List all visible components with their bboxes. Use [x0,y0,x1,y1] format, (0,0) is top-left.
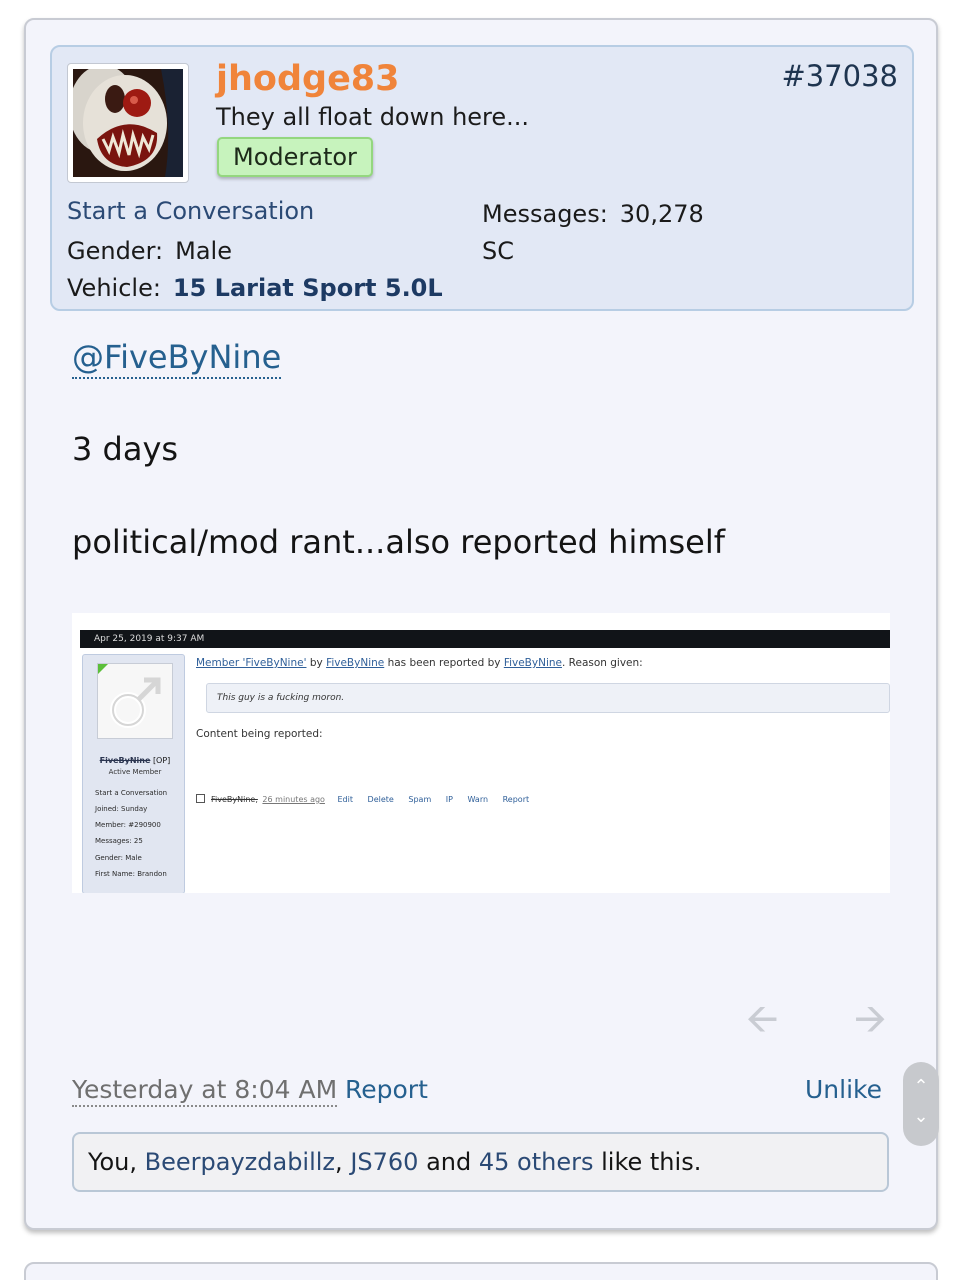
male-symbol-icon [98,664,172,738]
post-body-line: 3 days [72,430,179,468]
start-conversation-link[interactable]: Start a Conversation [67,197,314,225]
vehicle-row: Vehicle: 15 Lariat Sport 5.0L [67,274,443,302]
gender-value: Male [175,237,232,265]
embed-user-link: FiveByNine [326,657,385,669]
embed-author: FiveByNine, [211,795,258,804]
embed-warn-action: Warn [467,795,489,804]
likes-summary: You, Beerpayzdabillz, JS760 and 45 other… [72,1132,889,1192]
messages-row: Messages: 30,278 [482,200,704,228]
embed-edit-action: Edit [337,795,354,804]
liker-link[interactable]: Beerpayzdabillz [145,1148,335,1176]
embed-gender: Gender: Male [95,854,142,862]
embed-avatar [97,663,173,739]
chevron-up-icon[interactable]: ⌃ [903,1076,939,1097]
username-link[interactable]: jhodge83 [216,59,400,99]
messages-label: Messages: [482,200,608,228]
gender-row: Gender: Male [67,237,232,265]
likes-prefix: You, [88,1148,137,1176]
embed-reason-suffix: . Reason given: [561,657,643,669]
embed-report-action: Report [502,795,530,804]
embed-first-name: First Name: Brandon [95,870,167,878]
post-timestamp[interactable]: Yesterday at 8:04 AM [72,1075,338,1107]
scroll-control[interactable]: ⌃ ⌄ [903,1062,939,1146]
embed-username: FiveByNine [OP] [89,756,181,765]
liker-link[interactable]: JS760 [350,1148,418,1176]
likes-separator: , [335,1148,343,1176]
user-info-box: jhodge83 #37038 They all float down here… [50,45,914,311]
embed-delete-action: Delete [367,795,394,804]
embed-reason-box: This guy is a fucking moron. [206,683,890,713]
embed-start-conversation: Start a Conversation [95,789,168,797]
embed-member-link: Member 'FiveByNine' [196,657,307,669]
embed-user-sidebar: FiveByNine [OP] Active Member Start a Co… [82,654,185,893]
embed-content-label: Content being reported: [196,728,323,740]
embed-by-text: by [309,657,323,669]
vehicle-value: 15 Lariat Sport 5.0L [172,274,443,302]
report-link[interactable]: Report [345,1075,428,1105]
mention-link[interactable]: @FiveByNine [72,337,282,379]
embed-reporter-link: FiveByNine [503,657,562,669]
next-post-card [24,1262,938,1280]
likes-others-link[interactable]: 45 others [479,1148,594,1176]
embed-user-role: Active Member [108,768,162,776]
embed-ip-action: IP [445,795,453,804]
embed-spam-action: Spam [408,795,432,804]
clown-avatar-image [73,69,183,177]
user-title: They all float down here... [216,103,530,131]
chevron-down-icon[interactable]: ⌄ [903,1106,939,1127]
embed-date-bar: Apr 25, 2019 at 9:37 AM [80,630,890,648]
embed-mod-actions-row: FiveByNine, 26 minutes ago Edit Delete S… [196,794,541,804]
embed-reported-by-text: has been reported by [387,657,501,669]
embed-op-tag: [OP] [152,756,171,765]
messages-value: 30,278 [619,200,704,228]
attached-screenshot[interactable]: Apr 25, 2019 at 9:37 AM FiveByNine [OP] … [72,613,890,893]
post-number-link[interactable]: #37038 [781,59,898,93]
vehicle-label: Vehicle: [67,274,161,302]
embed-report-line: Member 'FiveByNine' by FiveByNine has be… [196,657,643,669]
moderator-badge: Moderator [217,137,373,177]
embed-joined: Joined: Sunday [95,805,148,813]
arrow-right-icon[interactable]: 🡪 [854,990,886,1058]
unlike-link[interactable]: Unlike [805,1075,882,1105]
embed-member-number: Member: #290900 [95,821,161,829]
embed-messages: Messages: 25 [95,837,143,845]
embed-checkbox [196,794,205,803]
likes-suffix: like this. [601,1148,702,1176]
likes-and: and [426,1148,472,1176]
location-value: SC [482,237,514,265]
embed-time: 26 minutes ago [262,795,325,804]
arrow-left-icon[interactable]: 🡨 [746,990,778,1058]
gender-label: Gender: [67,237,164,265]
post-body-line: political/mod rant...also reported himse… [72,523,726,561]
embed-username-text: FiveByNine [99,756,151,765]
avatar[interactable] [67,63,189,183]
